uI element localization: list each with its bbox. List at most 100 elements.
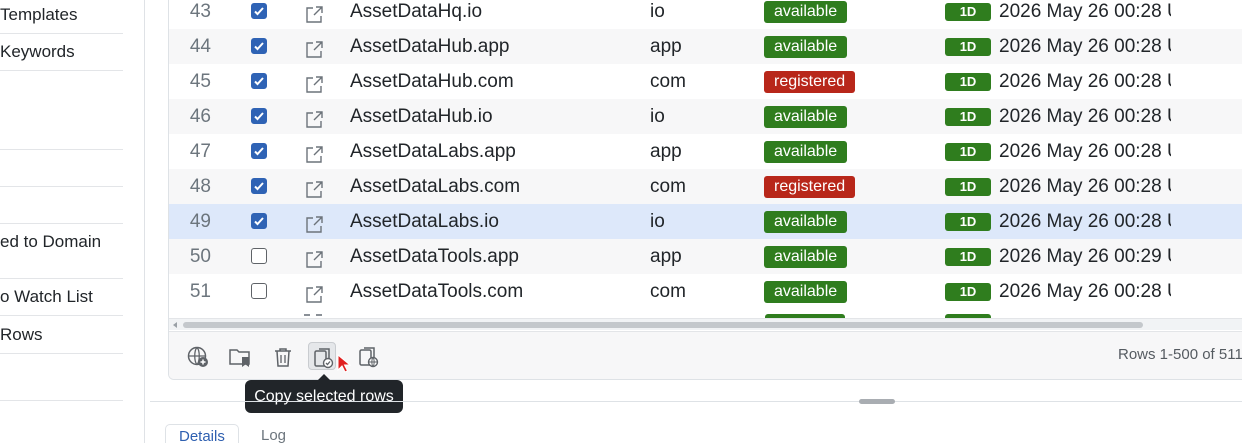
checked-date: 2026 May 26 00:28 UTC (999, 106, 1171, 127)
open-link-icon[interactable] (304, 142, 324, 163)
row-number: 49 (189, 211, 211, 232)
table-row[interactable]: 51 AssetDataTools.com com available 1D 2026 M… (169, 274, 1242, 309)
row-checkbox[interactable] (251, 108, 267, 124)
checked-date: 2026 May 26 00:28 UTC (999, 1, 1171, 22)
checked-date: 2026 May 26 00:28 UTC (999, 211, 1171, 232)
row-checkbox[interactable] (251, 178, 267, 194)
checkmark-icon (254, 77, 264, 86)
status-badge: available (764, 281, 848, 303)
tld: app (650, 36, 682, 57)
tld: com (650, 176, 686, 197)
table-row[interactable]: 45 AssetDataHub.com com registered 1D 2026 Ma… (169, 64, 1242, 99)
sidebar-divider (0, 278, 123, 279)
scroll-left-arrow-icon[interactable] (173, 322, 177, 328)
domain-name: AssetDataHub.app (350, 36, 510, 57)
open-link-icon[interactable] (304, 107, 324, 128)
sidebar-divider (0, 33, 123, 34)
sidebar-border (144, 0, 145, 443)
table-row[interactable]: 44 AssetDataHub.app app available 1D 2026 May… (169, 29, 1242, 64)
row-number: 43 (189, 1, 211, 22)
sidebar-divider (0, 223, 123, 224)
row-checkbox[interactable] (251, 143, 267, 159)
save-to-folder-button[interactable] (225, 342, 253, 370)
status-badge: available (764, 246, 848, 268)
row-number: 50 (189, 246, 211, 267)
table-row[interactable]: 48 AssetDataLabs.com com registered 1D 2026 M… (169, 169, 1242, 204)
age-badge: 1D (945, 248, 991, 266)
sidebar-item-watch-list[interactable]: o Watch List (0, 287, 123, 307)
domain-name: AssetDataTools.app (350, 246, 519, 267)
tld: io (650, 1, 665, 22)
sidebar-item-rows[interactable]: Rows (0, 325, 123, 345)
checked-date: 2026 May 26 00:29 UTC (999, 246, 1171, 267)
tld: app (650, 246, 682, 267)
domain-name: AssetDataHq.io (350, 1, 483, 22)
delete-button[interactable] (268, 342, 296, 370)
checked-date: 2026 May 26 00:28 UTC (999, 71, 1171, 92)
checked-date: 2026 May 26 00:28 UTC (999, 281, 1171, 302)
table-row[interactable]: 47 AssetDataLabs.app app available 1D 2026 Ma… (169, 134, 1242, 169)
trash-icon (275, 348, 291, 367)
domain-grid: 43 AssetDataHq.io io available 1D 2026 May 26… (168, 0, 1242, 380)
checkmark-icon (254, 217, 264, 226)
checkmark-icon (254, 147, 264, 156)
horizontal-scrollbar[interactable] (169, 318, 1242, 330)
add-domain-button[interactable] (183, 342, 211, 370)
copy-selected-icon (314, 348, 334, 369)
mouse-cursor-icon (337, 354, 351, 373)
sidebar-item-templates[interactable]: Templates (0, 5, 123, 25)
row-checkbox[interactable] (251, 213, 267, 229)
tld: io (650, 211, 665, 232)
status-badge: available (764, 1, 848, 23)
checked-date: 2026 May 26 00:28 UTC (999, 36, 1171, 57)
row-checkbox[interactable] (251, 3, 267, 19)
scrollbar-thumb[interactable] (183, 322, 1143, 328)
open-link-icon[interactable] (304, 37, 324, 58)
row-number: 45 (189, 71, 211, 92)
copy-globe-icon (359, 347, 379, 368)
row-checkbox[interactable] (251, 73, 267, 89)
domain-name: AssetDataLabs.com (350, 176, 521, 197)
domain-name: AssetDataHub.com (350, 71, 514, 92)
age-badge: 1D (945, 73, 991, 91)
table-row[interactable]: 49 AssetDataLabs.io io available 1D 2026 May … (169, 204, 1242, 239)
status-badge: available (764, 36, 848, 58)
age-badge: 1D (945, 213, 991, 231)
tab-details[interactable]: Details (165, 424, 239, 443)
sidebar-divider (0, 70, 123, 71)
tooltip: Copy selected rows (245, 380, 403, 413)
open-link-icon[interactable] (304, 247, 324, 268)
sidebar-item-keywords[interactable]: Keywords (0, 42, 123, 62)
row-checkbox[interactable] (251, 38, 267, 54)
domain-name: AssetDataLabs.io (350, 211, 499, 232)
checked-date: 2026 May 26 00:28 UTC (999, 141, 1171, 162)
row-checkbox[interactable] (251, 248, 267, 264)
open-link-icon[interactable] (304, 72, 324, 93)
panel-splitter (150, 401, 1242, 402)
age-badge: 1D (945, 108, 991, 126)
sidebar-divider (0, 315, 123, 316)
open-link-icon[interactable] (304, 2, 324, 23)
tab-log[interactable]: Log (248, 424, 299, 443)
age-badge: 1D (945, 3, 991, 21)
sidebar-divider (0, 186, 123, 187)
row-checkbox[interactable] (251, 283, 267, 299)
row-number: 47 (189, 141, 211, 162)
open-link-icon[interactable] (304, 177, 324, 198)
splitter-handle[interactable] (859, 399, 895, 404)
status-badge: registered (764, 71, 856, 93)
copy-domains-button[interactable] (354, 342, 382, 370)
open-link-icon[interactable] (304, 212, 324, 233)
sidebar-item-add-to-domain[interactable]: ed to Domain (0, 232, 123, 252)
checkmark-icon (254, 112, 264, 121)
status-badge: registered (764, 176, 856, 198)
table-row[interactable]: 43 AssetDataHq.io io available 1D 2026 May 26… (169, 0, 1242, 29)
row-number: 46 (189, 106, 211, 127)
table-row[interactable]: 46 AssetDataHub.io io available 1D 2026 May 2… (169, 99, 1242, 134)
rows-count-label: Rows 1-500 of 511 (1118, 346, 1242, 363)
open-link-icon[interactable] (304, 282, 324, 303)
copy-selected-rows-button[interactable] (308, 342, 336, 370)
row-number: 51 (189, 281, 211, 302)
checkmark-icon (254, 7, 264, 16)
table-row[interactable]: 50 AssetDataTools.app app available 1D 2026 M… (169, 239, 1242, 274)
